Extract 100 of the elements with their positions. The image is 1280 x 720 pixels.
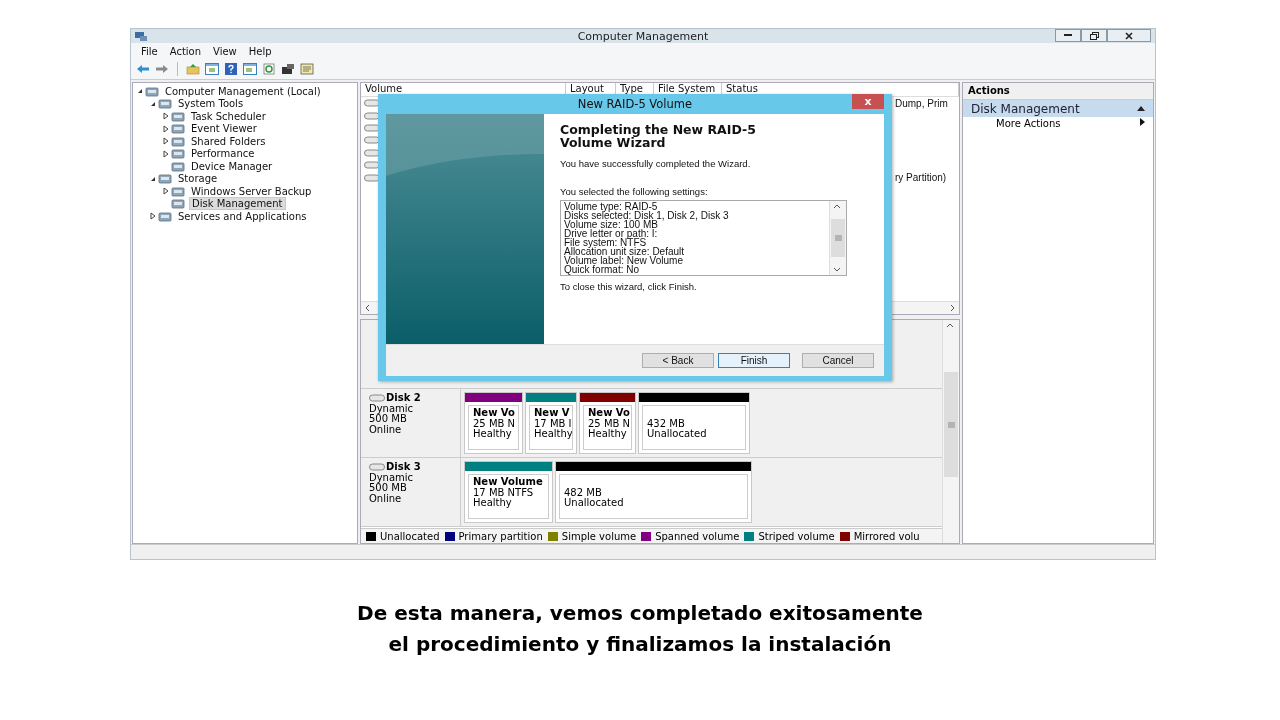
legend-label: Spanned volume [655, 530, 740, 542]
partition-status: Healthy [473, 429, 513, 440]
partition-size: 25 MB N [473, 418, 517, 429]
restore-icon [1089, 31, 1099, 40]
expander-icon[interactable] [161, 186, 171, 197]
dialog-title: New RAID-5 Volume [577, 96, 693, 111]
legend-label: Striped volume [758, 530, 835, 542]
settings-line: Volume size: 100 MB [564, 219, 658, 229]
partition-panel[interactable]: New V 17 MB I Healthy [525, 392, 577, 454]
settings-line: Disks selected: Disk 1, Disk 2, Disk 3 [564, 210, 730, 220]
partition-panel[interactable]: New Vo 25 MB N Healthy [464, 392, 523, 454]
partition-size: 17 MB I [534, 418, 572, 429]
disk-status: Online [369, 493, 403, 504]
partition-size: 432 MB [647, 418, 686, 429]
tree-item[interactable]: Windows Server Backup [189, 185, 314, 197]
close-icon [1125, 31, 1133, 40]
tree-item[interactable]: Services and Applications [176, 210, 309, 222]
minimize-icon [1064, 34, 1072, 37]
expander-icon[interactable] [161, 111, 171, 122]
actions-header: Actions [963, 83, 1153, 100]
partition-size: 482 MB [564, 487, 603, 498]
partition-status: Healthy [588, 429, 628, 440]
legend-label: Mirrored volu [853, 530, 920, 542]
submenu-arrow-icon [1140, 118, 1145, 126]
wizard-text: To close this wizard, click Finish. [560, 280, 698, 292]
expander-icon[interactable] [148, 211, 158, 222]
dialog-button[interactable]: < Back [642, 352, 714, 368]
settings-line: Quick format: No [564, 264, 640, 274]
legend-label: Unallocated [380, 530, 440, 542]
menu-item[interactable]: File [135, 45, 164, 57]
collapse-icon[interactable] [1137, 106, 1145, 111]
partition-status: Unallocated [564, 498, 625, 509]
partition-name: New V [534, 408, 571, 419]
tree-item[interactable]: Task Scheduler [189, 110, 268, 122]
restore-button[interactable] [1081, 29, 1107, 42]
partition-size: 17 MB NTFS [473, 487, 535, 498]
partition-status: Unallocated [647, 429, 708, 440]
back-arrow-icon[interactable] [136, 63, 150, 75]
tree-item[interactable]: Event Viewer [189, 123, 259, 135]
disk-type: Dynamic [369, 472, 415, 483]
table-cell: ry Partition) [895, 172, 947, 184]
wizard-text: You have successfully completed the Wizard. [560, 157, 752, 169]
legend-label: Primary partition [458, 530, 543, 542]
disk-type: Dynamic [369, 403, 415, 414]
forward-arrow-icon[interactable] [155, 63, 169, 75]
partition-panel[interactable]: 432 MB Unallocated [638, 392, 750, 454]
settings-line: File system: NTFS [564, 237, 647, 247]
partition-panel[interactable]: New Volume 17 MB NTFS Healthy [464, 461, 553, 523]
partition-name: New Vo [473, 408, 516, 419]
disk-size: 500 MB [369, 483, 407, 494]
tree-item[interactable]: Device Manager [189, 160, 275, 172]
partition-name: New Vo [588, 408, 631, 419]
partition-size: 25 MB N [588, 418, 631, 429]
refresh-icon[interactable] [262, 63, 276, 75]
tree-item[interactable]: Computer Management (Local) [163, 85, 323, 97]
table-cell: Dump, Prim [895, 97, 948, 109]
pane-icon[interactable] [205, 63, 219, 75]
pane-icon[interactable] [243, 63, 257, 75]
disk-size: 500 MB [369, 414, 407, 425]
expander-icon[interactable] [161, 136, 171, 147]
menu-item[interactable]: View [207, 45, 243, 57]
disk-name: Disk 3 [386, 462, 421, 473]
close-button[interactable] [1107, 29, 1151, 42]
actions-section[interactable]: Disk Management [963, 100, 1153, 117]
wizard-heading: Completing the New RAID-5 Volume Wizard [560, 122, 757, 150]
vertical-scrollbar[interactable] [942, 320, 959, 543]
partition-panel[interactable]: New Vo 25 MB N Healthy [579, 392, 636, 454]
disk-name: Disk 2 [386, 393, 421, 404]
action-link[interactable]: More Actions [996, 118, 1061, 129]
tree-item[interactable]: Shared Folders [189, 135, 268, 147]
settings-label: You selected the following settings: [560, 185, 709, 197]
settings-line: Volume label: New Volume [564, 255, 683, 265]
close-button[interactable]: x [852, 94, 884, 109]
tree-item[interactable]: Disk Management [189, 197, 286, 211]
expander-icon[interactable] [161, 148, 171, 159]
minimize-button[interactable] [1055, 29, 1081, 42]
help-icon[interactable] [224, 63, 238, 75]
slide-caption: De esta manera, vemos completado exitosamente el procedimiento y finalizamos la instalación [356, 600, 924, 658]
settings-list[interactable]: Volume type: RAID-5 Disks selected: Disk 1, Disk 2, Disk 3 Volume size: 100 MB Drive letter or path: I: File system: NTFS Allocation unit size: Default Volume label: New Volume Quick format: No [560, 199, 847, 276]
scroll-grip-icon[interactable] [834, 234, 842, 241]
computer-icon [134, 30, 148, 42]
partition-status: Healthy [473, 498, 513, 509]
disk-status: Online [369, 424, 403, 435]
partition-status: Healthy [534, 429, 572, 440]
expander-icon[interactable] [161, 123, 171, 134]
partition-name: New Volume [473, 477, 544, 488]
settings-line: Drive letter or path: I: [564, 228, 659, 238]
menu-item[interactable]: Help [242, 45, 278, 57]
dialog-button[interactable]: Cancel [802, 352, 874, 368]
tree-item[interactable]: Storage [176, 173, 220, 185]
settings-line: Allocation unit size: Default [564, 246, 686, 256]
tree-item[interactable]: System Tools [176, 98, 246, 110]
properties-icon[interactable] [281, 63, 295, 75]
tree-item[interactable]: Performance [189, 148, 257, 160]
dialog-button[interactable]: Finish [718, 352, 790, 368]
partition-panel[interactable]: 482 MB Unallocated [555, 461, 752, 523]
window-title: Computer Management [577, 29, 709, 43]
settings-line: Volume type: RAID-5 [564, 201, 658, 211]
menu-item[interactable]: Action [163, 45, 208, 57]
scroll-grip-icon[interactable] [947, 421, 955, 428]
